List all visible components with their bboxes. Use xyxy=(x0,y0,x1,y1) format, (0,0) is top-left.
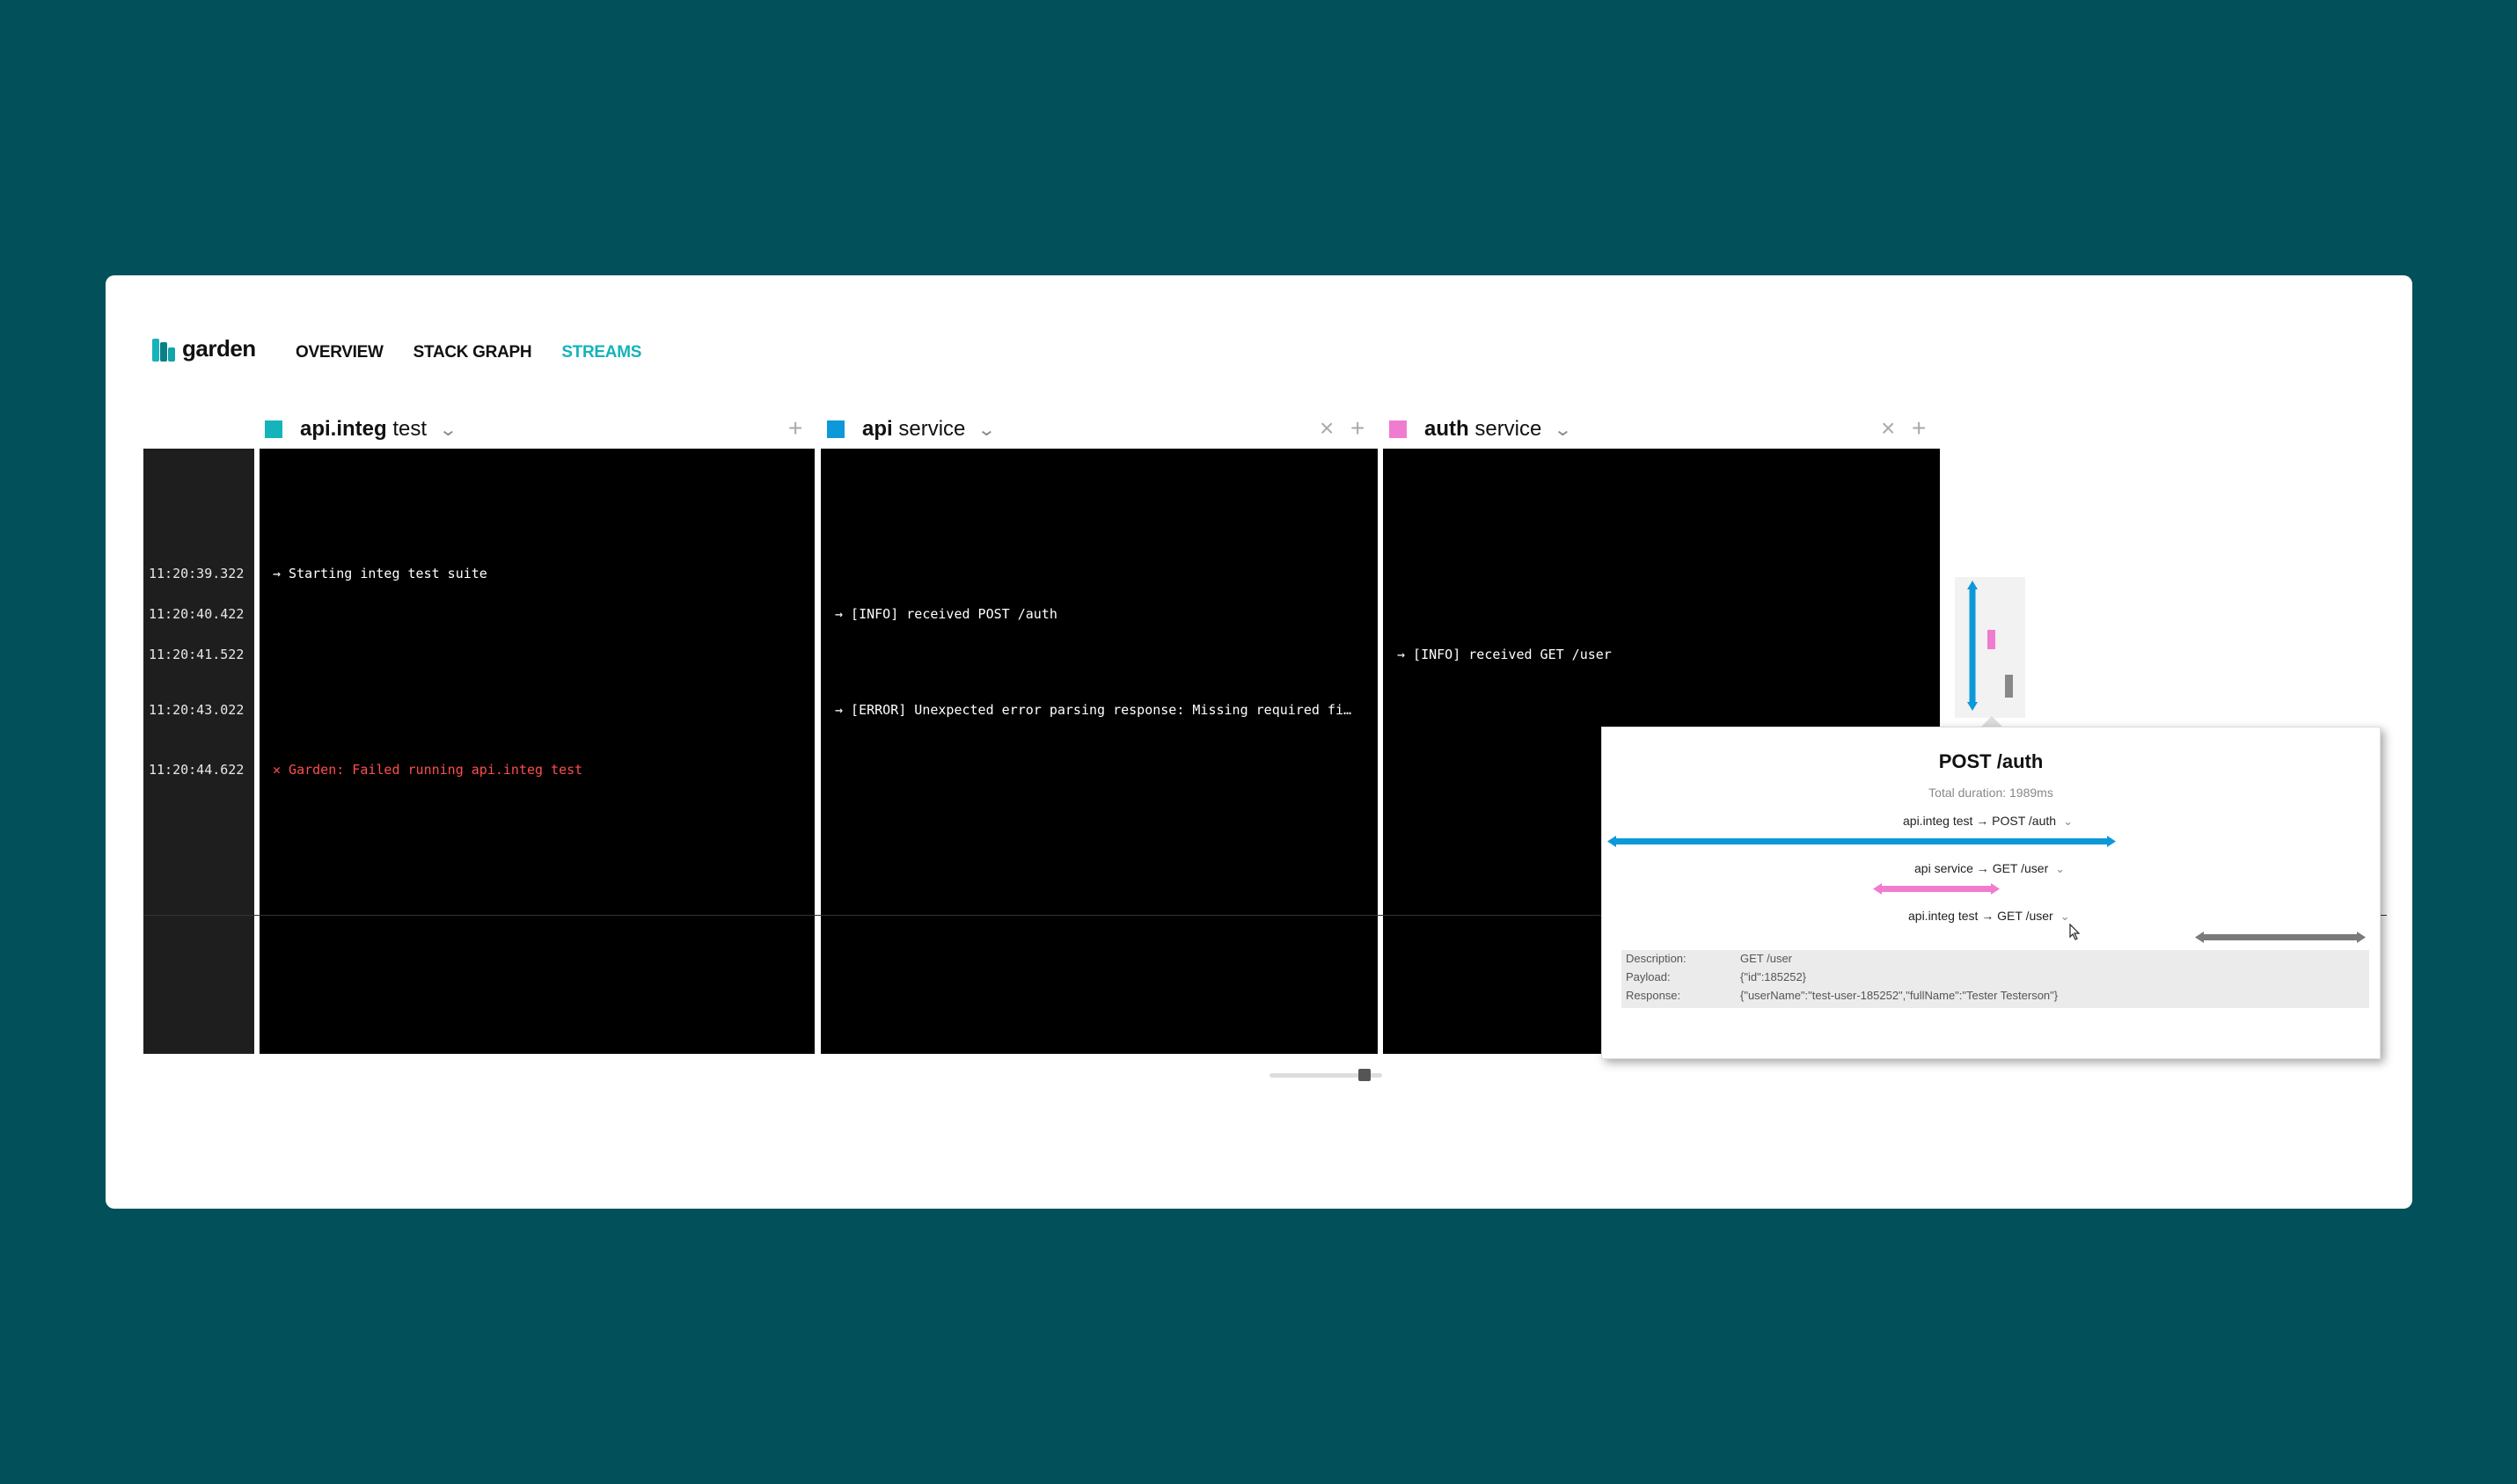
chevron-down-icon[interactable]: ⌄ xyxy=(1554,419,1573,441)
stream-panel-api[interactable]: → [INFO] received POST /auth → [ERROR] U… xyxy=(821,449,1378,1054)
log-line: → [INFO] received GET /user xyxy=(1397,647,1612,662)
span-bar-post-auth xyxy=(1607,836,2116,847)
log-line: → [INFO] received POST /auth xyxy=(835,606,1057,622)
timestamp: 11:20:44.622 xyxy=(149,762,245,778)
nav-overview[interactable]: OVERVIEW xyxy=(296,343,384,362)
app-window: garden OVERVIEW STACK GRAPH STREAMS api.… xyxy=(106,275,2412,1209)
stream-header-integ: api.integ test ⌄ xyxy=(265,412,458,447)
timestamp-column: 11:20:39.322 11:20:40.422 11:20:41.522 1… xyxy=(143,449,254,1054)
span-details: Description: GET /user Payload: {"id":1852… xyxy=(1621,950,2369,1008)
stream-panel-integ[interactable]: → Starting integ test suite ✕ Garden: Fa… xyxy=(260,449,815,1054)
add-stream-icon[interactable]: + xyxy=(1350,416,1365,441)
trace-popover: POST /auth Total duration: 1989ms api.in… xyxy=(1601,727,2381,1059)
log-line: → Starting integ test suite xyxy=(273,566,487,581)
timeline-slider-handle[interactable] xyxy=(1358,1069,1371,1081)
timestamp: 11:20:39.322 xyxy=(149,566,245,581)
stream-color-swatch xyxy=(827,420,845,438)
stream-color-swatch xyxy=(265,420,282,438)
garden-logo-icon xyxy=(152,337,175,362)
nav-streams[interactable]: STREAMS xyxy=(561,343,641,362)
nav-stack-graph[interactable]: STACK GRAPH xyxy=(413,343,532,362)
timestamp: 11:20:41.522 xyxy=(149,647,245,662)
chevron-down-icon[interactable]: ⌄ xyxy=(977,419,997,441)
log-line-error: → [ERROR] Unexpected error parsing respo… xyxy=(835,702,1351,718)
trace-minimap[interactable] xyxy=(1955,577,2025,718)
log-line-error: ✕ Garden: Failed running api.integ test xyxy=(273,762,583,778)
span-bars xyxy=(1607,836,2366,943)
timestamp: 11:20:43.022 xyxy=(149,702,245,718)
stream-header-auth: auth service ⌄ xyxy=(1389,412,1573,447)
top-nav: OVERVIEW STACK GRAPH STREAMS xyxy=(296,343,641,362)
logo-text: garden xyxy=(182,335,256,362)
stream-color-swatch xyxy=(1389,420,1407,438)
span-bar-get-user xyxy=(1873,883,2000,895)
close-stream-icon[interactable]: × xyxy=(1881,416,1895,441)
garden-logo[interactable]: garden xyxy=(152,335,256,362)
close-stream-icon[interactable]: × xyxy=(1320,416,1334,441)
stream-title: api.integ test xyxy=(300,417,428,441)
detail-row: Description: GET /user xyxy=(1626,952,1793,965)
stream-title: api service xyxy=(862,417,966,441)
stream-title: auth service xyxy=(1424,417,1542,441)
span-bar-integ-get-user xyxy=(2195,932,2366,943)
trace-minimap-graphic xyxy=(1967,581,2013,711)
detail-row: Payload: {"id":185252} xyxy=(1626,970,1807,983)
cursor-icon xyxy=(2069,923,2081,940)
add-stream-icon[interactable]: + xyxy=(788,416,802,441)
add-stream-icon[interactable]: + xyxy=(1912,416,1926,441)
detail-row: Response: {"userName":"test-user-185252",… xyxy=(1626,989,2059,1002)
stream-header-api: api service ⌄ xyxy=(827,412,997,447)
timestamp: 11:20:40.422 xyxy=(149,606,245,622)
chevron-down-icon[interactable]: ⌄ xyxy=(439,419,458,441)
